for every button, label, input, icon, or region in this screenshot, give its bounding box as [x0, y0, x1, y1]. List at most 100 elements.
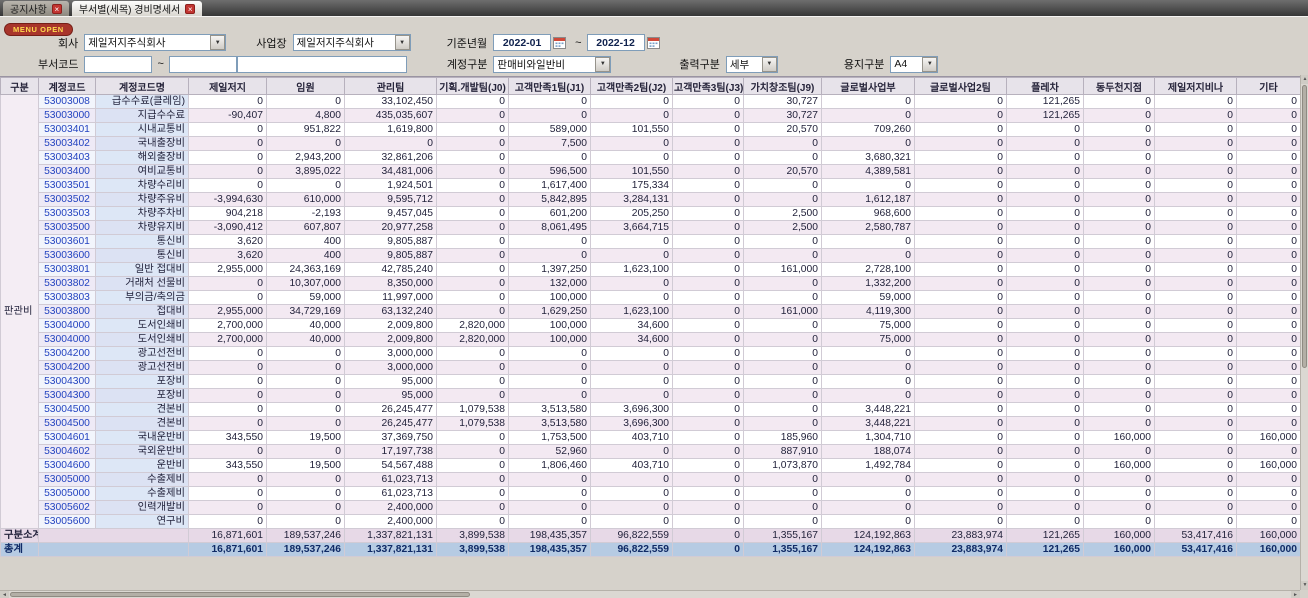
amount-cell[interactable]: 0: [1154, 136, 1237, 151]
amount-cell[interactable]: 0: [1083, 234, 1155, 249]
amount-cell[interactable]: 0: [672, 430, 744, 445]
close-icon[interactable]: ×: [185, 3, 196, 14]
amount-cell[interactable]: 0: [821, 374, 915, 389]
account-code-cell[interactable]: 53004300: [38, 388, 96, 403]
period-to-input[interactable]: [586, 34, 645, 51]
site-select[interactable]: 제일저지주식회사 ▼: [292, 34, 411, 51]
amount-cell[interactable]: 100,000: [508, 318, 591, 333]
account-name-cell[interactable]: 일반 접대비: [95, 262, 189, 277]
amount-cell[interactable]: 0: [1006, 318, 1084, 333]
amount-cell[interactable]: -3,090,412: [188, 220, 267, 235]
amount-cell[interactable]: 0: [436, 430, 509, 445]
amount-cell[interactable]: 1,806,460: [508, 458, 591, 473]
amount-cell[interactable]: 0: [1154, 304, 1237, 319]
amount-cell[interactable]: 951,822: [266, 122, 345, 137]
amount-cell[interactable]: 9,457,045: [344, 206, 437, 221]
amount-cell[interactable]: 0: [672, 542, 744, 557]
amount-cell[interactable]: 132,000: [508, 276, 591, 291]
amount-cell[interactable]: 0: [590, 346, 673, 361]
account-name-cell[interactable]: 통신비: [95, 248, 189, 263]
amount-cell[interactable]: 59,000: [821, 290, 915, 305]
amount-cell[interactable]: 0: [1083, 276, 1155, 291]
amount-cell[interactable]: 0: [1006, 178, 1084, 193]
amount-cell[interactable]: 101,550: [590, 122, 673, 137]
amount-cell[interactable]: 0: [188, 472, 267, 487]
amount-cell[interactable]: 0: [672, 416, 744, 431]
table-row[interactable]: 53005602 인력개발비 0 0 2,400,000 0 0 0 0 0 0 0 0 0 0 0: [1, 500, 1301, 515]
amount-cell[interactable]: 0: [1236, 248, 1301, 263]
amount-cell[interactable]: -3,994,630: [188, 192, 267, 207]
amount-cell[interactable]: 3,899,538: [436, 542, 509, 557]
account-name-cell[interactable]: 견본비: [95, 402, 189, 417]
amount-cell[interactable]: 59,000: [266, 290, 345, 305]
account-code-cell[interactable]: 53003801: [38, 262, 96, 277]
table-row[interactable]: 53004500 견본비 0 0 26,245,477 1,079,538 3,513,58…: [1, 402, 1301, 417]
amount-cell[interactable]: 0: [1006, 500, 1084, 515]
amount-cell[interactable]: 0: [436, 192, 509, 207]
account-code-cell[interactable]: 53005602: [38, 500, 96, 515]
account-code-cell[interactable]: 53003500: [38, 220, 96, 235]
account-name-cell[interactable]: 연구비: [95, 514, 189, 529]
amount-cell[interactable]: 0: [1083, 290, 1155, 305]
amount-cell[interactable]: 0: [1154, 514, 1237, 529]
amount-cell[interactable]: 0: [188, 164, 267, 179]
amount-cell[interactable]: 0: [1083, 360, 1155, 375]
amount-cell[interactable]: 0: [1083, 178, 1155, 193]
tab-notice[interactable]: 공지사항 ×: [3, 1, 69, 16]
amount-cell[interactable]: 0: [1236, 332, 1301, 347]
amount-cell[interactable]: 2,820,000: [436, 318, 509, 333]
account-code-cell[interactable]: 53003600: [38, 248, 96, 263]
amount-cell[interactable]: 121,265: [1006, 108, 1084, 123]
amount-cell[interactable]: 1,753,500: [508, 430, 591, 445]
amount-cell[interactable]: 0: [1083, 444, 1155, 459]
account-code-cell[interactable]: 53003601: [38, 234, 96, 249]
account-code-cell[interactable]: 53004602: [38, 444, 96, 459]
amount-cell[interactable]: 40,000: [266, 332, 345, 347]
amount-cell[interactable]: 3,680,321: [821, 150, 915, 165]
amount-cell[interactable]: 0: [436, 374, 509, 389]
amount-cell[interactable]: 53,417,416: [1154, 528, 1237, 543]
amount-cell[interactable]: 0: [672, 472, 744, 487]
amount-cell[interactable]: 40,000: [266, 318, 345, 333]
amount-cell[interactable]: 343,550: [188, 458, 267, 473]
amount-cell[interactable]: 160,000: [1083, 458, 1155, 473]
amount-cell[interactable]: 160,000: [1236, 542, 1301, 557]
amount-cell[interactable]: 0: [590, 248, 673, 263]
amount-cell[interactable]: 0: [1236, 220, 1301, 235]
amount-cell[interactable]: 0: [1154, 416, 1237, 431]
amount-cell[interactable]: 0: [1083, 220, 1155, 235]
amount-cell[interactable]: 54,567,488: [344, 458, 437, 473]
amount-cell[interactable]: 0: [914, 304, 1007, 319]
amount-cell[interactable]: 0: [1154, 150, 1237, 165]
amount-cell[interactable]: 9,595,712: [344, 192, 437, 207]
account-code-cell[interactable]: 53004000: [38, 332, 96, 347]
amount-cell[interactable]: 0: [743, 150, 822, 165]
amount-cell[interactable]: 0: [590, 444, 673, 459]
amount-cell[interactable]: 0: [590, 234, 673, 249]
amount-cell[interactable]: 0: [188, 122, 267, 137]
account-name-cell[interactable]: 광고선전비: [95, 346, 189, 361]
amount-cell[interactable]: 8,350,000: [344, 276, 437, 291]
amount-cell[interactable]: 589,000: [508, 122, 591, 137]
amount-cell[interactable]: 16,871,601: [188, 542, 267, 557]
amount-cell[interactable]: 0: [436, 108, 509, 123]
amount-cell[interactable]: 34,600: [590, 332, 673, 347]
amount-cell[interactable]: 11,997,000: [344, 290, 437, 305]
amount-cell[interactable]: 343,550: [188, 430, 267, 445]
amount-cell[interactable]: 61,023,713: [344, 486, 437, 501]
scroll-right-icon[interactable]: ►: [1291, 591, 1300, 598]
amount-cell[interactable]: 20,570: [743, 164, 822, 179]
amount-cell[interactable]: 1,337,821,131: [344, 528, 437, 543]
amount-cell[interactable]: 0: [672, 514, 744, 529]
amount-cell[interactable]: 2,955,000: [188, 262, 267, 277]
amount-cell[interactable]: 8,061,495: [508, 220, 591, 235]
amount-cell[interactable]: 0: [590, 150, 673, 165]
amount-cell[interactable]: 3,696,300: [590, 416, 673, 431]
amount-cell[interactable]: 0: [436, 248, 509, 263]
account-name-cell[interactable]: 운반비: [95, 458, 189, 473]
amount-cell[interactable]: 0: [821, 388, 915, 403]
amount-cell[interactable]: 1,612,187: [821, 192, 915, 207]
account-code-cell[interactable]: 53003501: [38, 178, 96, 193]
amount-cell[interactable]: 0: [1236, 472, 1301, 487]
account-code-cell[interactable]: 53003502: [38, 192, 96, 207]
